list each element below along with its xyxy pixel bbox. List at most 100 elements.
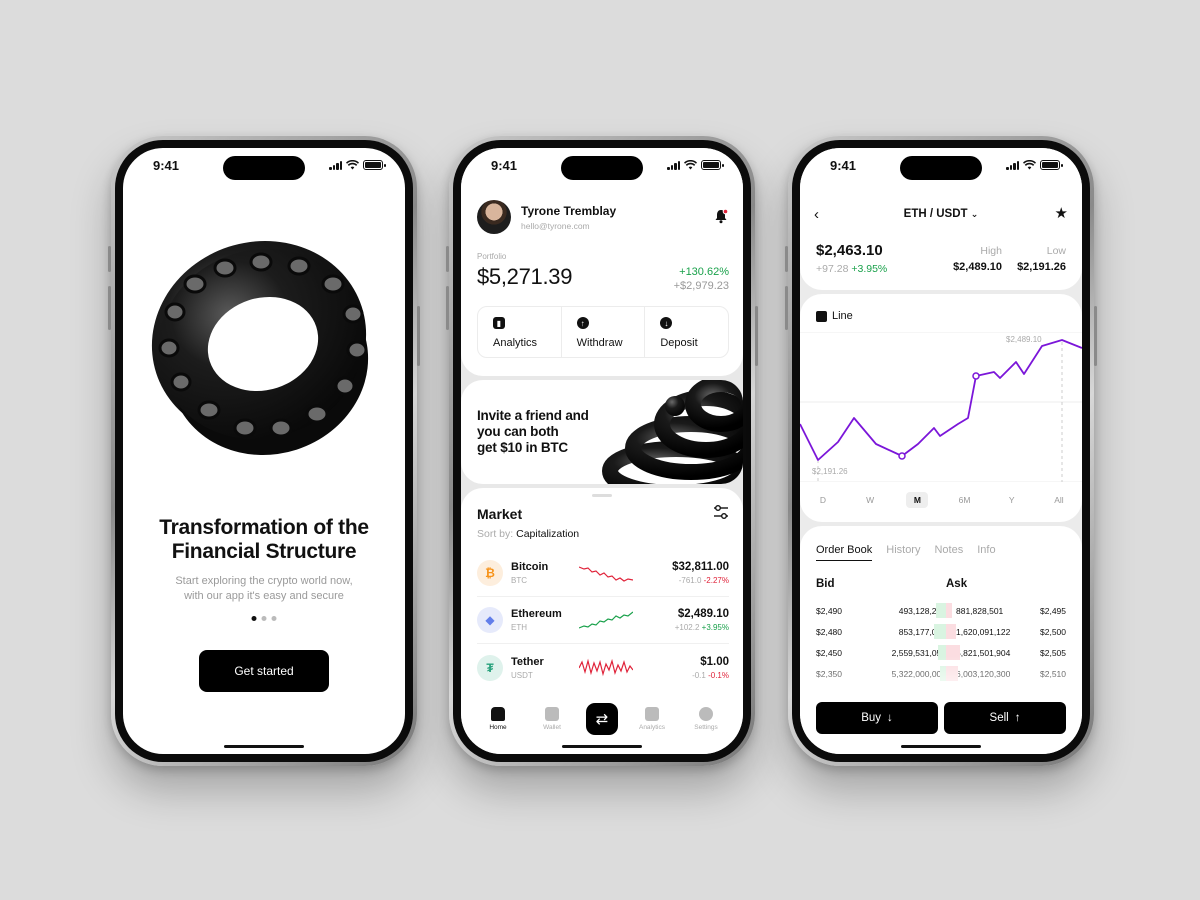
range-option[interactable]: M [906, 492, 929, 508]
market-title: Market [477, 506, 523, 522]
coin-change: -0.1 -0.1% [692, 671, 729, 680]
order-row[interactable]: $2,490 493,128,201 881,828,501 $2,495 [816, 600, 1066, 621]
status-time: 9:41 [830, 157, 857, 173]
chart-min-label: $2,191.26 [812, 467, 848, 476]
coin-change: +102.2 +3.95% [675, 623, 729, 632]
phone-home: 9:41 Tyrone Tremblay hello@tyrone.com Po… [446, 136, 758, 766]
range-option[interactable]: 6M [954, 492, 976, 508]
coin-row[interactable]: ₮ Tether USDT $1.00 -0.1 -0.1% [477, 644, 729, 691]
price-change-pct: +3.95% [851, 263, 888, 275]
current-price: $2,463.10 [816, 242, 883, 259]
page-dot-3[interactable] [271, 616, 277, 621]
chart-type-selector[interactable]: Line [816, 310, 853, 322]
price-change: +97.28 +3.95% [816, 263, 887, 275]
filter-icon[interactable] [713, 504, 729, 520]
signal-icon [329, 160, 342, 170]
bid-price: $2,490 [816, 605, 842, 616]
tab-notes[interactable]: Notes [934, 544, 963, 561]
ask-price: $2,500 [1040, 626, 1066, 637]
onboarding-subtitle-line2: with our app it's easy and secure [184, 590, 344, 602]
get-started-button[interactable]: Get started [199, 650, 329, 692]
tab-settings[interactable]: Settings [686, 707, 726, 731]
signal-icon [1006, 160, 1019, 170]
low-stat: Low $2,191.26 [1017, 245, 1066, 273]
coin-name: Tether [511, 655, 544, 668]
coin-name: Ethereum [511, 608, 562, 620]
tab-wallet[interactable]: Wallet [532, 707, 572, 731]
tab-analytics[interactable]: Analytics [632, 707, 672, 731]
range-option[interactable]: Y [1001, 492, 1023, 508]
status-time: 9:41 [491, 157, 518, 173]
pair-selector[interactable]: ETH / USDT ⌄ [800, 208, 1082, 220]
order-row[interactable]: $2,480 853,177,018 1,620,091,122 $2,500 [816, 621, 1066, 642]
quick-actions: ▮ Analytics ↑ Withdraw ↓ Deposit [477, 306, 729, 358]
deposit-action-button[interactable]: ↓ Deposit [644, 307, 728, 357]
chart-max-label: $2,489.10 [1006, 335, 1042, 344]
bar-chart-icon [645, 707, 659, 721]
sparkline-path [579, 658, 633, 676]
buy-label: Buy [861, 712, 882, 724]
tab-history[interactable]: History [886, 544, 920, 561]
range-option[interactable]: W [859, 492, 881, 508]
gear-icon [699, 707, 713, 721]
torus-illustration [151, 241, 369, 456]
tab-info[interactable]: Info [977, 544, 995, 561]
coin-price-block: $32,811.00 -761.0 -2.27% [672, 561, 729, 585]
high-value: $2,489.10 [953, 261, 1002, 273]
swap-icon: ⇄ [595, 711, 609, 728]
coin-row[interactable]: ₿ Bitcoin BTC $32,811.00 -761.0 -2.27% [477, 550, 729, 597]
home-indicator[interactable] [901, 745, 981, 748]
swap-button[interactable]: ⇄ [586, 703, 618, 735]
withdraw-action-button[interactable]: ↑ Withdraw [560, 307, 645, 357]
chart-marker[interactable] [898, 452, 906, 460]
high-label: High [980, 245, 1002, 257]
onboarding-subtitle: Start exploring the crypto world now, wi… [123, 574, 405, 604]
coin-price: $32,811.00 [672, 561, 729, 573]
sort-value: Capitalization [516, 528, 580, 540]
portfolio-card: Tyrone Tremblay hello@tyrone.com Portfol… [461, 148, 743, 376]
tab-label: Wallet [543, 724, 561, 731]
sparkline [579, 611, 633, 629]
coin-price-block: $1.00 -0.1 -0.1% [692, 656, 729, 680]
ask-header: Ask [946, 578, 968, 590]
ask-quantity: 1,620,091,122 [956, 626, 1011, 637]
low-value: $2,191.26 [1017, 261, 1066, 273]
sparkline [579, 658, 633, 676]
coin-symbol: ETH [511, 623, 527, 632]
dynamic-island [561, 156, 643, 180]
user-name: Tyrone Tremblay [521, 204, 617, 218]
star-icon[interactable]: ★ [1055, 204, 1068, 222]
coin-symbol: BTC [511, 576, 527, 585]
avatar[interactable] [477, 200, 511, 234]
buy-button[interactable]: Buy ↓ [816, 702, 938, 734]
sort-selector[interactable]: Sort by: Capitalization [477, 528, 579, 540]
tether-icon: ₮ [477, 654, 503, 681]
coin-names: Tether USDT [511, 656, 575, 680]
page-dot-2[interactable] [261, 616, 267, 621]
sell-label: Sell [989, 712, 1009, 724]
page-dot-1[interactable] [251, 616, 257, 621]
signal-icon [667, 160, 680, 170]
ethereum-icon: ◆ [477, 607, 503, 633]
home-indicator[interactable] [562, 745, 642, 748]
referral-banner[interactable]: Invite a friend and you can both get $10… [461, 380, 743, 484]
drag-handle[interactable] [592, 494, 612, 497]
bell-icon[interactable] [713, 208, 729, 224]
price-line-chart[interactable]: $2,489.10 $2,191.26 [800, 332, 1082, 482]
analytics-action-button[interactable]: ▮ Analytics [478, 307, 561, 357]
order-tabs: Order Book History Notes Info [816, 544, 996, 561]
range-option[interactable]: D [812, 492, 834, 508]
tab-home[interactable]: Home [478, 707, 518, 731]
bid-price: $2,480 [816, 626, 842, 637]
tab-order-book[interactable]: Order Book [816, 544, 873, 561]
coin-row[interactable]: ◆ Ethereum ETH $2,489.10 +102.2 +3.95% [477, 597, 729, 644]
phone-onboarding: 9:41 Transformation of the Financial Str… [108, 136, 420, 766]
chart-marker[interactable] [972, 372, 980, 380]
sell-button[interactable]: Sell ↑ [944, 702, 1066, 734]
home-indicator[interactable] [224, 745, 304, 748]
bitcoin-icon: ₿ [477, 560, 503, 586]
portfolio-change-pct: +130.62% [679, 266, 729, 278]
range-option[interactable]: All [1048, 492, 1070, 508]
ask-price: $2,495 [1040, 605, 1066, 616]
page-indicator[interactable] [251, 616, 277, 621]
